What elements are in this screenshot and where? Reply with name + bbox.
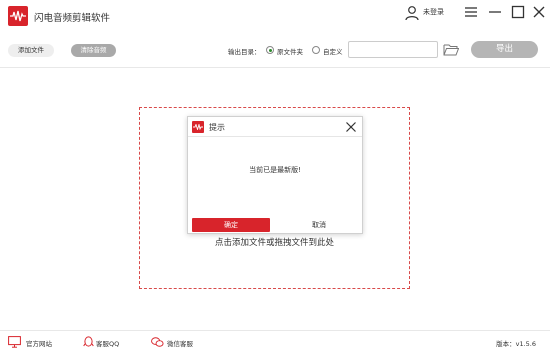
title-bar: 闪电音频剪辑软件 未登录 [0,0,550,32]
ok-button[interactable]: 确定 [192,218,270,232]
add-file-button[interactable]: 添加文件 [8,44,54,57]
toolbar: 添加文件 清除音频 输出目录： 原文件夹 自定义 导出 [0,32,550,68]
website-link[interactable]: 官方网站 [26,338,52,348]
radio-source-folder-label[interactable]: 原文件夹 [277,46,303,56]
radio-custom[interactable] [312,46,320,54]
menu-icon[interactable] [463,4,479,20]
qq-support-link[interactable]: 客服QQ [96,338,119,348]
output-dir-label: 输出目录： [228,48,261,56]
wechat-icon[interactable] [151,336,164,348]
dialog-message: 当前已是最新版! [249,166,301,174]
output-path-input[interactable] [348,41,438,58]
radio-source-folder[interactable] [266,46,274,54]
export-button[interactable]: 导出 [471,41,538,58]
cancel-button[interactable]: 取消 [280,218,358,232]
dialog-title: 提示 [209,123,225,132]
app-title: 闪电音频剪辑软件 [34,13,111,24]
dialog-header: 提示 [188,117,362,137]
footer: 官方网站 客服QQ 微信客服 版本：v1.5.6 [0,330,550,352]
folder-icon[interactable] [443,43,459,56]
clear-audio-button[interactable]: 清除音频 [71,44,116,57]
drop-hint[interactable]: 点击添加文件或拖拽文件到此处 [140,236,409,248]
monitor-icon[interactable] [8,336,21,348]
wechat-support-link[interactable]: 微信客服 [167,338,193,348]
version-label: 版本：v1.5.6 [496,340,536,348]
maximize-icon[interactable] [510,4,526,20]
close-icon[interactable] [345,121,357,133]
minimize-icon[interactable] [487,4,503,20]
close-icon[interactable] [531,4,547,20]
waveform-logo-icon [8,6,28,26]
qq-penguin-icon[interactable] [82,336,95,348]
radio-custom-label[interactable]: 自定义 [323,46,343,56]
login-status[interactable]: 未登录 [423,7,444,17]
user-icon[interactable] [404,5,420,21]
waveform-logo-icon [192,121,204,133]
notice-dialog: 提示 当前已是最新版! 确定 取消 [187,116,363,234]
